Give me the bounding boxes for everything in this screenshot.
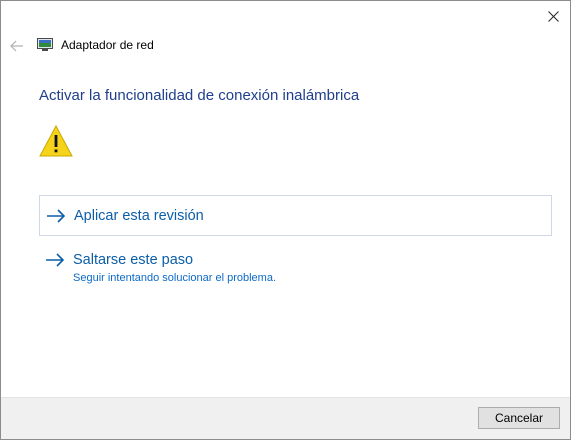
apply-fix-label: Aplicar esta revisión bbox=[74, 207, 204, 224]
close-button[interactable] bbox=[538, 3, 568, 29]
skip-step-option[interactable]: Saltarse este paso Seguir intentando sol… bbox=[39, 252, 552, 294]
warning-icon bbox=[39, 125, 73, 157]
footer-bar: Cancelar bbox=[1, 397, 570, 439]
app-title: Adaptador de red bbox=[61, 38, 154, 52]
skip-step-label: Saltarse este paso bbox=[73, 252, 194, 268]
troubleshooter-window: Adaptador de red Activar la funcionalida… bbox=[0, 0, 571, 440]
arrow-right-icon bbox=[47, 208, 66, 223]
window-header: Adaptador de red bbox=[37, 38, 154, 52]
skip-step-description: Seguir intentando solucionar el problema… bbox=[73, 272, 277, 284]
arrow-right-icon bbox=[46, 253, 65, 267]
back-button[interactable] bbox=[7, 37, 27, 55]
cancel-button[interactable]: Cancelar bbox=[478, 407, 560, 429]
back-arrow-icon bbox=[10, 40, 23, 52]
page-title: Activar la funcionalidad de conexión ina… bbox=[39, 87, 360, 104]
close-icon bbox=[547, 10, 559, 22]
apply-fix-option[interactable]: Aplicar esta revisión bbox=[39, 195, 552, 236]
network-adapter-icon bbox=[37, 38, 53, 51]
